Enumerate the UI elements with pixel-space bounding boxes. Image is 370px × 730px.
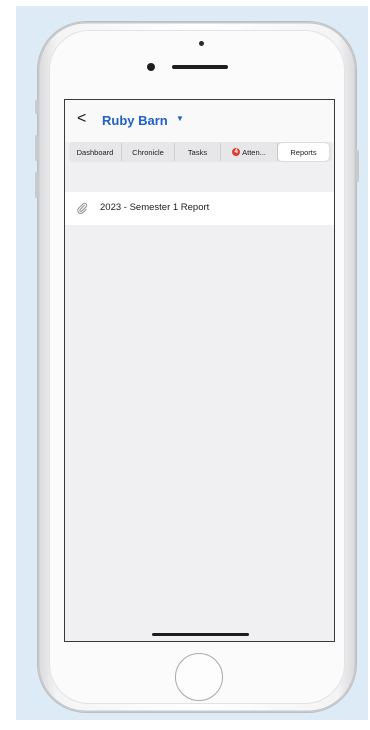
mute-switch (35, 100, 38, 114)
front-camera (147, 63, 155, 71)
tab-label: Tasks (187, 147, 208, 157)
volume-down-button (35, 172, 38, 198)
back-chevron-icon[interactable]: < (77, 110, 86, 128)
tab-attendance[interactable]: 4 Atten... (221, 143, 278, 161)
page-title[interactable]: Ruby Barn (102, 113, 168, 128)
tab-dashboard[interactable]: Dashboard (69, 143, 122, 161)
chevron-down-icon[interactable]: ▼ (176, 114, 184, 123)
tab-tasks[interactable]: Tasks (175, 143, 221, 161)
tab-label: Reports (290, 147, 317, 157)
top-sensor (199, 41, 204, 46)
app-screen: < Ruby Barn ▼ Dashboard Chronicle Tasks … (64, 99, 335, 642)
power-button (356, 150, 359, 182)
home-button[interactable] (175, 653, 223, 701)
tab-bar: Dashboard Chronicle Tasks 4 Atten... Rep… (69, 142, 332, 162)
paperclip-icon (77, 202, 88, 214)
tab-chronicle[interactable]: Chronicle (122, 143, 175, 161)
home-indicator (152, 633, 249, 636)
tab-reports[interactable]: Reports (278, 143, 329, 161)
tab-label: Dashboard (76, 147, 114, 157)
earpiece-speaker (172, 65, 228, 69)
tab-label: Chronicle (132, 147, 164, 157)
notification-badge: 4 (232, 148, 241, 156)
list-item[interactable]: 2023 - Semester 1 Report (65, 192, 334, 225)
report-name: 2023 - Semester 1 Report (100, 202, 210, 213)
tab-label: Atten... (242, 147, 266, 157)
navigation-bar: < Ruby Barn ▼ (65, 100, 334, 142)
volume-up-button (35, 135, 38, 161)
